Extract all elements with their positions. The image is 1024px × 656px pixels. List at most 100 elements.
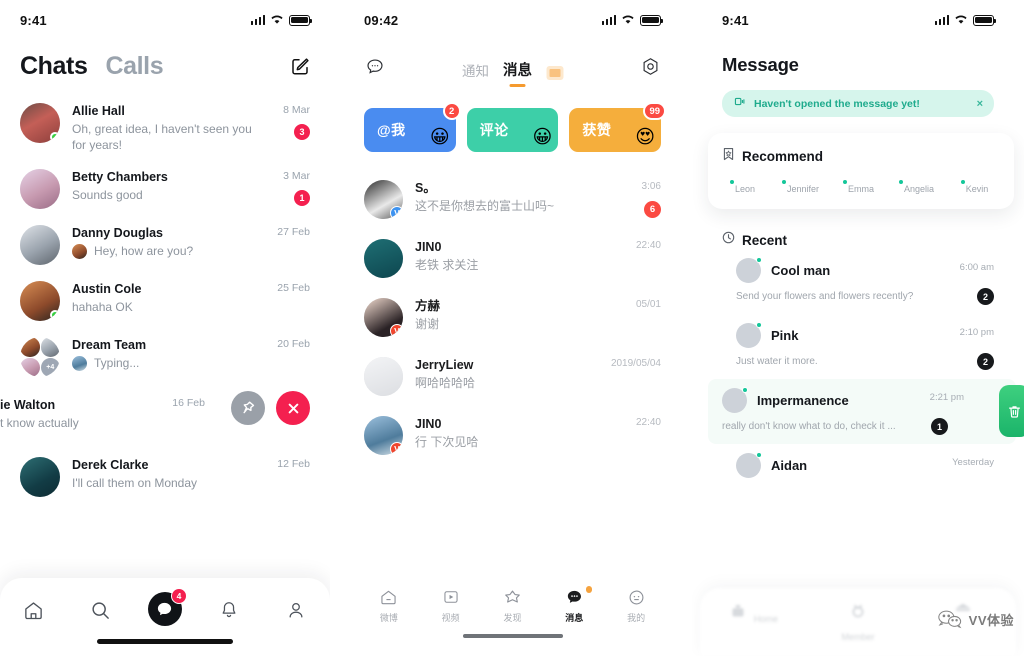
list-item[interactable]: V 方赫 谢谢 05/01 (364, 288, 661, 347)
panel-message-app: 9:41 Message Haven't opened the message … (692, 0, 1024, 656)
list-item[interactable]: JIN0 老铁 求关注 22:40 (364, 229, 661, 288)
bookmark-star-icon (722, 147, 735, 166)
nav-notifications-button[interactable] (209, 596, 249, 624)
sender-name: JIN0 (415, 417, 442, 431)
table-row[interactable]: Allie Hall Oh, great idea, I haven't see… (20, 95, 310, 161)
settings-icon[interactable] (640, 56, 661, 82)
list-item[interactable]: V JIN0 行 下次见哈 22:40 (364, 406, 661, 465)
avatar (722, 387, 748, 413)
table-row[interactable]: +4 Dream Team Typing... 20 Feb (20, 329, 310, 385)
online-dot-icon (50, 310, 60, 320)
home-icon (727, 605, 753, 626)
weibo-header: 通知 消息 (364, 52, 661, 86)
list-item[interactable]: Cool man 6:00 am Send your flowers and f… (736, 249, 994, 314)
person-name: Jennifer (786, 184, 820, 194)
table-row[interactable]: Betty Chambers Sounds good 3 Mar 1 (20, 161, 310, 217)
list-item[interactable]: Pink 2:10 pm Just water it more. 2 (736, 314, 994, 379)
delete-button[interactable] (999, 385, 1024, 437)
nav-discover-button[interactable]: 发现 (490, 586, 534, 656)
list-item[interactable]: Jennifer (780, 179, 826, 197)
nav-label: 视频 (441, 613, 460, 623)
message-list: V S。 这不是你想去的富士山吗~ 3:06 6 JIN0 老铁 求关注 22:… (364, 170, 661, 465)
list-item[interactable]: Angelia (896, 179, 942, 197)
chat-bubble-icon[interactable] (364, 56, 386, 83)
card-badge: 2 (442, 102, 461, 120)
battery-icon (973, 14, 997, 26)
list-item[interactable]: Aidan Yesterday (736, 444, 994, 487)
close-icon[interactable]: × (977, 98, 983, 110)
message-time: 22:40 (635, 417, 661, 428)
card-comments[interactable]: 评论 😀 (466, 108, 559, 152)
nav-profile-button[interactable] (276, 596, 316, 624)
notification-banner[interactable]: Haven't opened the message yet! × (722, 90, 994, 117)
nav-label: 消息 (565, 613, 584, 623)
chat-time: 16 Feb (172, 397, 205, 409)
tab-messages[interactable]: 消息 (503, 59, 532, 80)
nav-chat-badge: 4 (170, 588, 187, 604)
list-item[interactable]: Kevin (954, 179, 1000, 197)
sender-name: 方赫 (415, 299, 441, 313)
avatar (20, 169, 60, 209)
watermark: VV体验 (936, 608, 1014, 630)
recent-heading: Recent (722, 231, 994, 249)
list-item[interactable]: Leon (722, 179, 768, 197)
battery-icon (289, 14, 313, 26)
group-avatar: +4 (20, 337, 60, 377)
sender-name: JIN0 (415, 240, 442, 254)
screenshot-canvas: 9:41 Chats Calls Allie Hall Oh, great id… (0, 0, 1024, 656)
message-dot-badge (585, 586, 593, 593)
nav-messages-button[interactable]: 消息 (552, 586, 596, 656)
status-bar: 9:41 (20, 0, 313, 40)
recommend-heading: Recommend (722, 147, 1000, 166)
tab-calls[interactable]: Calls (105, 52, 163, 81)
card-likes[interactable]: 获赞 😍 99 (569, 102, 667, 152)
message-time: 6:00 am (959, 262, 994, 273)
nav-video-button[interactable]: 视频 (429, 586, 473, 656)
mini-avatar (72, 355, 87, 371)
chat-bubble-fab-icon[interactable] (841, 582, 875, 616)
video-icon (429, 586, 473, 608)
chat-preview: hahaha OK (72, 300, 133, 314)
compose-icon[interactable] (290, 56, 310, 76)
quick-action-cards: @我 😀 2 评论 😀 获赞 😍 99 (364, 102, 667, 152)
list-item[interactable]: V S。 这不是你想去的富士山吗~ 3:06 6 (364, 170, 661, 229)
nav-chat-button[interactable]: 4 (147, 588, 187, 626)
message-preview: really don't know what to do, check it .… (722, 421, 896, 432)
panel-weibo-messages: 09:42 通知 消息 @我 😀 2 评论 😀 获赞 😍 99 V S。 这不是… (340, 0, 685, 656)
table-row-swiped[interactable]: ie Walton t know actually 16 Feb (0, 385, 310, 439)
nav-label: 微博 (379, 613, 398, 623)
pin-button[interactable] (231, 391, 265, 425)
nav-search-button[interactable] (81, 596, 121, 624)
card-mentions[interactable]: @我 😀 2 (364, 102, 461, 152)
promo-tag-icon (546, 65, 563, 80)
home-icon (367, 586, 411, 608)
nav-home-button[interactable]: Home (725, 600, 781, 656)
list-item[interactable]: JerryLiew 啊哈哈哈哈 2019/05/04 (364, 347, 661, 406)
message-time: 2:10 pm (959, 327, 994, 338)
watermark-text: VV体验 (968, 612, 1014, 628)
avatar (736, 452, 762, 478)
delete-button[interactable] (276, 391, 310, 425)
smiley-icon: 😀 (429, 127, 450, 148)
table-row[interactable]: Derek Clarke I'll call them on Monday 12… (20, 449, 310, 505)
unread-badge: 1 (294, 190, 310, 206)
nav-profile-button[interactable]: 我的 (614, 586, 658, 656)
cellular-signal-icon (250, 15, 265, 25)
table-row[interactable]: Austin Cole hahaha OK 25 Feb (20, 273, 310, 329)
nav-weibo-button[interactable]: 微博 (367, 586, 411, 656)
profile-icon (614, 586, 658, 608)
message-time: 05/01 (635, 299, 661, 310)
chat-time: 3 Mar (283, 170, 310, 182)
contact-name: Aidan (771, 458, 808, 473)
weibo-tabs: 通知 消息 (462, 59, 563, 80)
chat-preview-row: Hey, how are you? (72, 243, 306, 259)
chat-time: 25 Feb (277, 282, 310, 294)
list-item[interactable]: Emma (838, 179, 884, 197)
nav-home-button[interactable] (14, 596, 54, 624)
list-item-swiped[interactable]: Impermanence 2:21 pm really don't know w… (708, 379, 1024, 444)
table-row[interactable]: Danny Douglas Hey, how are you? 27 Feb (20, 217, 310, 273)
battery-icon (640, 14, 664, 26)
tab-notifications[interactable]: 通知 (462, 60, 489, 80)
tab-chats[interactable]: Chats (20, 52, 88, 81)
verified-badge-icon: V (390, 442, 403, 455)
